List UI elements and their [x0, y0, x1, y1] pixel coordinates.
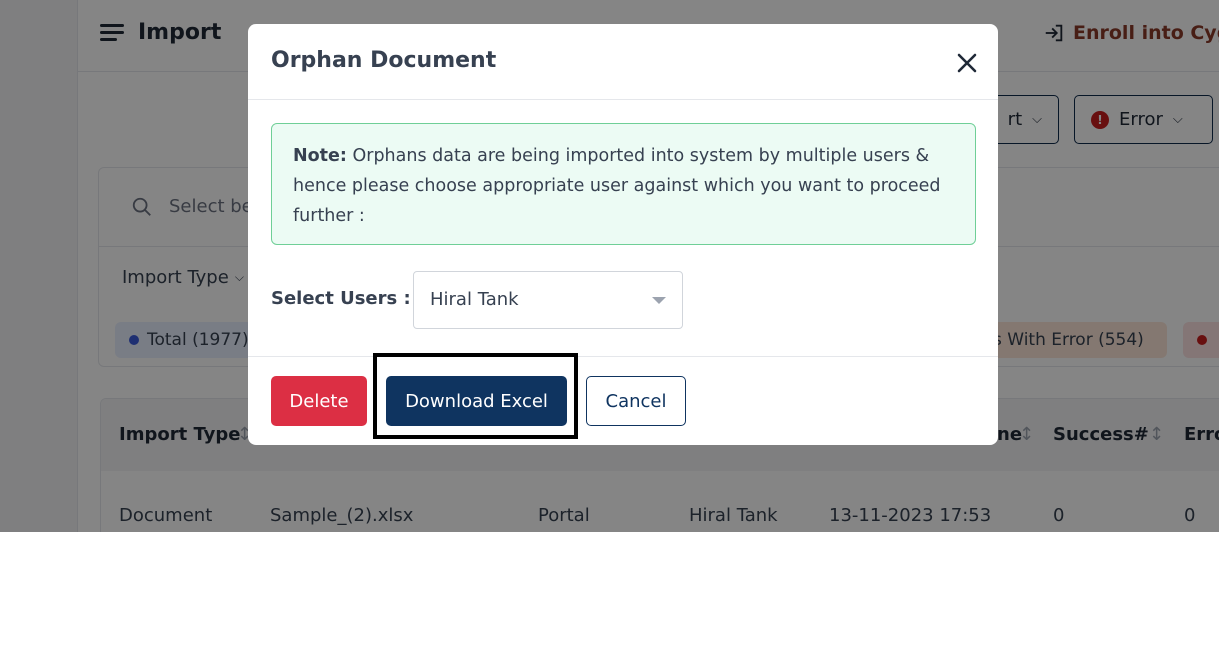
modal-header: Orphan Document: [248, 24, 998, 100]
orphan-document-modal: Orphan Document Note: Orphans data are b…: [248, 24, 998, 445]
note-box: Note: Orphans data are being imported in…: [271, 123, 976, 245]
note-text: Orphans data are being imported into sys…: [293, 146, 941, 226]
delete-button[interactable]: Delete: [271, 376, 367, 426]
close-icon[interactable]: [952, 48, 982, 78]
modal-title: Orphan Document: [271, 48, 497, 73]
select-users-value: Hiral Tank: [430, 289, 519, 310]
select-users-dropdown[interactable]: Hiral Tank: [413, 271, 683, 329]
download-excel-button[interactable]: Download Excel: [386, 376, 567, 426]
caret-down-icon: [652, 297, 666, 304]
cancel-button[interactable]: Cancel: [586, 376, 686, 426]
select-users-label: Select Users :: [271, 288, 411, 309]
note-label: Note:: [293, 146, 347, 166]
